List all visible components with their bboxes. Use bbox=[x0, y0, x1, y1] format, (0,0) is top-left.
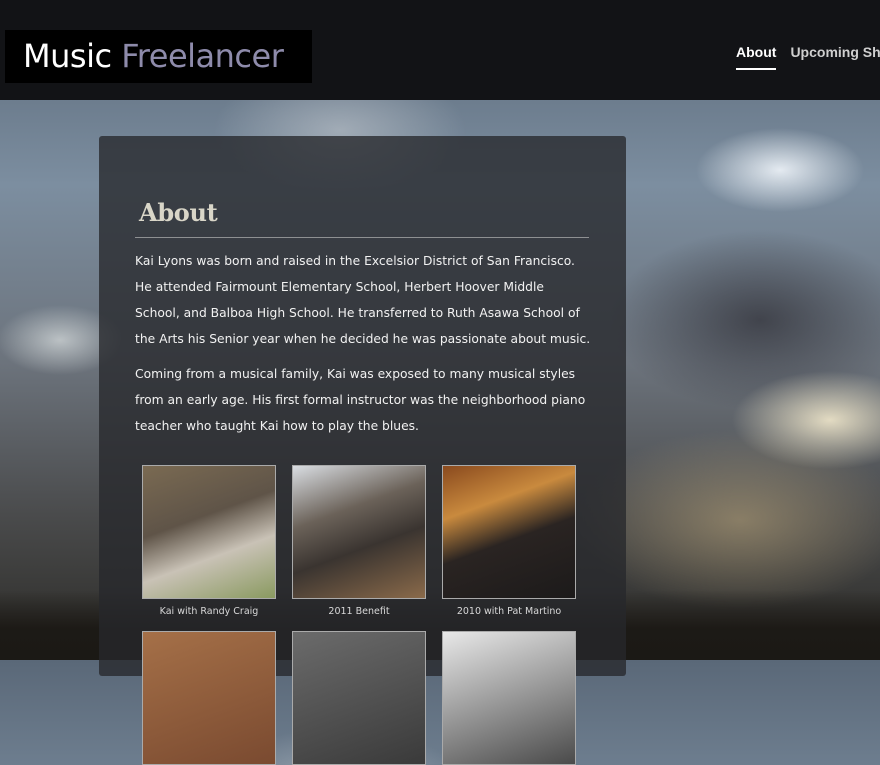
photo-caption: Kai with Randy Craig bbox=[159, 606, 259, 617]
logo-word-music: Music bbox=[23, 37, 112, 75]
heading-divider bbox=[135, 237, 589, 238]
section-heading: About bbox=[139, 198, 218, 227]
main-nav: About Upcoming Sh bbox=[736, 44, 880, 70]
site-logo[interactable]: Music Freelancer bbox=[5, 30, 312, 83]
gallery-photo[interactable] bbox=[442, 465, 576, 599]
gallery-photo[interactable] bbox=[292, 631, 426, 765]
gallery-photo[interactable] bbox=[142, 465, 276, 599]
top-navigation-bar: Music Freelancer About Upcoming Sh bbox=[0, 0, 880, 100]
bio-text: Kai Lyons was born and raised in the Exc… bbox=[135, 248, 591, 448]
gallery-photo[interactable] bbox=[142, 631, 276, 765]
logo-word-freelancer: Freelancer bbox=[121, 37, 284, 75]
about-panel: About Kai Lyons was born and raised in t… bbox=[99, 136, 626, 765]
nav-item-upcoming-shows[interactable]: Upcoming Sh bbox=[790, 44, 880, 68]
photo-caption: 2010 with Pat Martino bbox=[456, 606, 562, 617]
bio-paragraph: Kai Lyons was born and raised in the Exc… bbox=[135, 254, 591, 346]
gallery-photo[interactable] bbox=[292, 465, 426, 599]
bio-paragraph: Coming from a musical family, Kai was ex… bbox=[135, 367, 586, 433]
photo-caption: 2011 Benefit bbox=[328, 606, 390, 617]
gallery-photo[interactable] bbox=[442, 631, 576, 765]
nav-item-about[interactable]: About bbox=[736, 44, 777, 70]
